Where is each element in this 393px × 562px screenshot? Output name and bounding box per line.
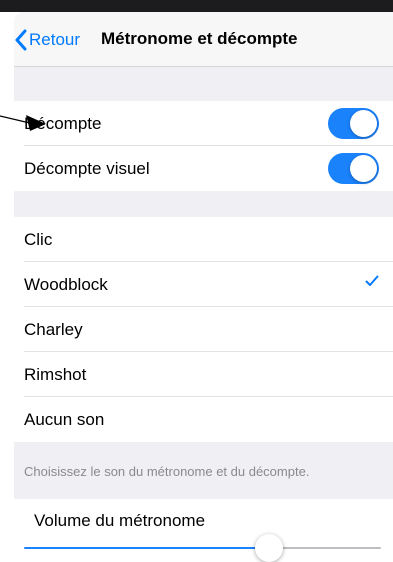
- page-title: Métronome et décompte: [101, 29, 298, 48]
- toggle-row-visual-countdown[interactable]: Décompte visuel: [14, 146, 393, 191]
- toggle-row-label: Décompte visuel: [24, 158, 150, 178]
- volume-slider-fill[interactable]: [24, 547, 269, 549]
- list-item-clic[interactable]: Clic: [14, 217, 393, 262]
- list-item-label: Rimshot: [24, 364, 87, 384]
- chevron-left-icon: [14, 29, 28, 51]
- list-item-aucun-son[interactable]: Aucun son: [14, 397, 393, 442]
- volume-section: Volume du métronome: [14, 499, 393, 562]
- back-button-label: Retour: [29, 30, 81, 49]
- list-item-woodblock[interactable]: Woodblock: [14, 262, 393, 307]
- navigation-bar: Retour Métronome et décompte: [14, 12, 393, 67]
- toggle-knob: [350, 155, 377, 182]
- toggle-row-countdown[interactable]: Décompte: [14, 101, 393, 146]
- section-footer: Choisissez le son du métronome et du déc…: [24, 464, 310, 479]
- list-item-label: Woodblock: [24, 274, 108, 294]
- countdown-group: Décompte Décompte visuel: [14, 101, 393, 191]
- toggle-knob: [350, 110, 377, 137]
- list-item-label: Charley: [24, 319, 83, 339]
- checkmark-icon: [365, 274, 379, 292]
- list-item-label: Clic: [24, 229, 53, 249]
- status-bar-backdrop: [0, 0, 393, 12]
- list-item-rimshot[interactable]: Rimshot: [14, 352, 393, 397]
- countdown-toggle[interactable]: [328, 108, 379, 139]
- list-item-charley[interactable]: Charley: [14, 307, 393, 352]
- toggle-row-label: Décompte: [24, 113, 102, 133]
- settings-sheet: Retour Métronome et décompte Décompte Dé…: [14, 12, 393, 562]
- volume-slider-thumb[interactable]: [255, 534, 283, 562]
- visual-countdown-toggle[interactable]: [328, 153, 379, 184]
- volume-slider-track[interactable]: [269, 547, 381, 549]
- back-button[interactable]: Retour: [14, 26, 80, 54]
- volume-label: Volume du métronome: [34, 511, 206, 530]
- list-item-label: Aucun son: [24, 409, 105, 429]
- sound-list: Clic Woodblock Charley Rimshot Aucun son: [14, 217, 393, 442]
